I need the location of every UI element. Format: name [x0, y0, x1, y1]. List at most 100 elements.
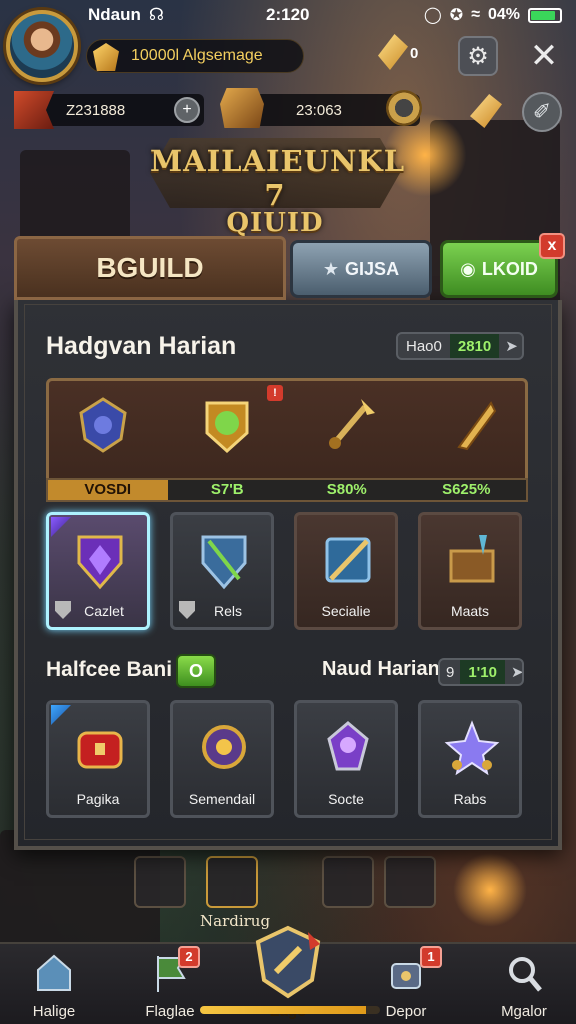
- resource-mid-value: 23:063: [296, 101, 342, 119]
- camera-button[interactable]: ⚙: [458, 36, 498, 76]
- tab-third-label: LKOID: [481, 258, 538, 279]
- coin-icon: [93, 43, 119, 71]
- tab-close-badge[interactable]: x: [539, 233, 565, 259]
- tab-second[interactable]: ★ GIJSA: [290, 240, 432, 298]
- item-card-label: Pagika: [76, 791, 120, 807]
- gold-amulet-icon: [202, 725, 246, 769]
- section2-right-title: Naud Harian: [322, 658, 440, 680]
- mini-item-orb-icon[interactable]: [322, 856, 374, 908]
- resource-bar-mid[interactable]: 23:063: [220, 88, 422, 128]
- item-card-label: Semendail: [188, 791, 256, 807]
- item-card[interactable]: Rabs: [418, 700, 522, 818]
- reward-label: VOSDI: [48, 480, 168, 500]
- reward-label: S625%: [442, 481, 491, 498]
- bottom-nav: Halige 2 Flaglae Eago 1 Depor Mgalor: [0, 925, 576, 1024]
- item-card[interactable]: Maats: [418, 512, 522, 630]
- resource-left-value: Z231888: [66, 101, 126, 119]
- mini-item-sword-icon[interactable]: [134, 856, 186, 908]
- nav-badge: 2: [178, 946, 200, 968]
- tab-guild[interactable]: BGUILD: [14, 236, 286, 300]
- nav-label: Mgalor: [501, 1003, 547, 1020]
- item-card-label: Rels: [213, 603, 242, 619]
- bluetooth-icon: ✪: [449, 7, 464, 24]
- tab-third[interactable]: ◉ LKOID x: [440, 233, 565, 298]
- item-card-label: Socte: [328, 791, 364, 807]
- amethyst-shield-icon: [77, 535, 123, 590]
- settings-button[interactable]: ✐: [522, 92, 562, 132]
- wifi-icon: ≈: [471, 6, 480, 23]
- rune-sword-icon: [325, 537, 371, 583]
- guild-banner: MAILAIEUNKL 7 QIUID: [150, 130, 406, 238]
- reward-label: S80%: [326, 481, 367, 498]
- nav-home[interactable]: Halige: [4, 944, 104, 1024]
- daily-pill[interactable]: Hao0 2810 ➤: [396, 332, 524, 360]
- resource-bar-left[interactable]: Z231888 +: [14, 91, 204, 129]
- treasure-chest-icon: [220, 88, 264, 128]
- carrier-name: Ndaun: [88, 5, 141, 24]
- nav-badge: 1: [420, 946, 442, 968]
- sword-icon[interactable]: [321, 393, 381, 457]
- orb-shield-icon[interactable]: !: [197, 385, 283, 457]
- item-card-label: Cazlet: [84, 603, 124, 619]
- item-card[interactable]: Pagika: [46, 700, 150, 818]
- item-card-label: Secialie: [321, 603, 371, 619]
- tab-strip: BGUILD ★ GIJSA ◉ LKOID x: [12, 233, 565, 302]
- item-card[interactable]: Socte: [294, 700, 398, 818]
- player-avatar[interactable]: [6, 10, 78, 82]
- section2-pill[interactable]: 9 1'10 ➤: [438, 658, 524, 686]
- chevron-right-icon: ➤: [510, 664, 524, 681]
- eye-icon: ◉: [460, 258, 476, 279]
- crystal-crest-icon: [327, 721, 369, 771]
- item-card[interactable]: Semendail: [170, 700, 274, 818]
- battery-icon: [528, 7, 562, 23]
- daily-title: Hadgvan Harian: [46, 332, 237, 360]
- close-icon: ✕: [529, 37, 559, 75]
- guild-panel: Hadgvan Harian Hao0 2810 ➤ ! VOSDI S7'B …: [14, 300, 562, 850]
- magnifier-icon: [509, 957, 542, 992]
- reward-label: S7'B: [210, 481, 244, 498]
- torch-glow: [450, 850, 530, 930]
- chevron-right-icon: ➤: [505, 338, 518, 355]
- star-icon: ★: [322, 258, 340, 279]
- gold-currency-bar[interactable]: 10000l Algsemage: [86, 39, 304, 73]
- helmet-icon[interactable]: [73, 393, 133, 457]
- section2-left-title: Halfcee Bani: [46, 658, 173, 681]
- section2-badge[interactable]: O: [176, 654, 216, 688]
- item-card-label: Maats: [450, 603, 490, 619]
- reward-alert-badge: !: [267, 385, 283, 401]
- castle-icon: [37, 954, 71, 991]
- banner-title: MAILAIEUNKL 7: [150, 144, 406, 212]
- guild-crest-icon[interactable]: [252, 924, 324, 1000]
- star-gem-icon: [444, 720, 500, 776]
- close-button[interactable]: ✕: [524, 36, 564, 76]
- section2-pill-value: 1'10: [460, 660, 505, 684]
- ruby-chest-icon: [77, 731, 123, 769]
- dagger-icon[interactable]: [445, 393, 505, 457]
- battery-percent: 04%: [487, 6, 520, 23]
- nav-label: Halige: [32, 1003, 76, 1020]
- tab-second-label: GIJSA: [345, 258, 400, 279]
- rarity-corner: [51, 517, 71, 537]
- feather-icon: ✐: [532, 99, 552, 124]
- signal-icon: ☊: [148, 5, 164, 24]
- daily-pill-label: Hao0: [406, 337, 442, 355]
- nav-search[interactable]: Mgalor: [474, 944, 574, 1024]
- banner-emblem-icon: [14, 91, 54, 129]
- item-card[interactable]: Cazlet: [46, 512, 150, 630]
- clock: 2:120: [266, 5, 310, 24]
- camera-icon: ⚙: [467, 42, 489, 70]
- reward-labels: VOSDI S7'B S80% S625%: [46, 478, 528, 502]
- mini-item-mace-icon[interactable]: [384, 856, 436, 908]
- daily-pill-value: 2810: [449, 334, 500, 358]
- crystal-count: 0: [410, 45, 419, 62]
- item-card[interactable]: Secialie: [294, 512, 398, 630]
- crate-icon: [449, 535, 495, 583]
- gold-amount: 10000l Algsemage: [131, 47, 263, 64]
- add-resource-button[interactable]: +: [174, 97, 200, 123]
- mini-item-amulet-icon[interactable]: [206, 856, 258, 908]
- item-card[interactable]: Rels: [170, 512, 274, 630]
- status-bar: Ndaun ☊ 2:120 ◯ ✪ ≈ 04%: [0, 0, 576, 30]
- status-right: ◯ ✪ ≈ 04%: [424, 5, 562, 25]
- item-card-label: Rabs: [453, 791, 487, 807]
- timer-ring-icon: [386, 90, 422, 126]
